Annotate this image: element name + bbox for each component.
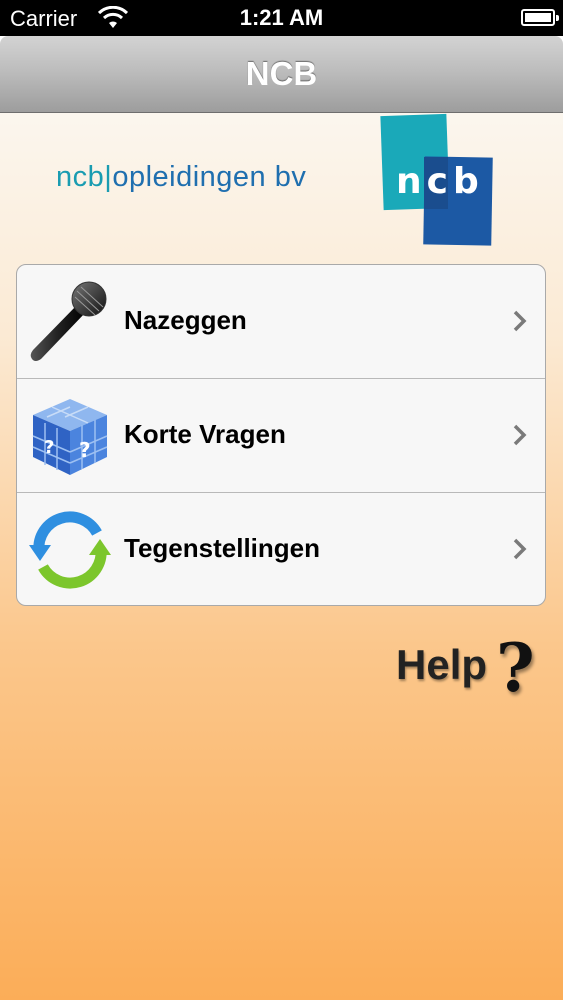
help-button[interactable]: Help ? (396, 629, 546, 707)
menu-item-label: Nazeggen (124, 305, 247, 335)
navigation-bar: NCB (0, 36, 563, 113)
menu-item-tegenstellingen[interactable]: Tegenstellingen (17, 493, 545, 605)
ncb-logo-mark: ncb (380, 113, 494, 247)
chevron-right-icon (513, 424, 527, 446)
help-label: Help (396, 641, 488, 688)
logo-opleidingen: opleidingen bv (112, 161, 307, 193)
main-content: ncb|opleidingen bv ncb Nazeggen ? ? Kort… (0, 113, 563, 1000)
menu-item-label: Tegenstellingen (124, 533, 320, 563)
microphone-icon (30, 281, 107, 361)
menu-item-korte-vragen[interactable]: ? ? Korte Vragen (17, 379, 545, 493)
company-logo-text: ncb|opleidingen bv (56, 161, 306, 194)
refresh-arrows-icon (29, 511, 111, 589)
battery-icon (521, 9, 559, 26)
nav-title: NCB (245, 55, 318, 92)
logo-ncb: ncb (56, 161, 105, 193)
help-question-icon: ? (496, 629, 535, 707)
menu-table: Nazeggen ? ? Korte Vragen Tegenstellinge… (16, 264, 546, 606)
chevron-right-icon (513, 310, 527, 332)
svg-text:?: ? (44, 437, 54, 458)
chevron-right-icon (513, 538, 527, 560)
status-bar: Carrier 1:21 AM (0, 0, 563, 36)
menu-item-label: Korte Vragen (124, 419, 286, 449)
logo-mark-letters: ncb (396, 161, 484, 202)
svg-text:?: ? (79, 438, 91, 462)
question-cube-icon: ? ? (32, 399, 108, 475)
menu-item-nazeggen[interactable]: Nazeggen (17, 265, 545, 379)
clock: 1:21 AM (239, 5, 324, 30)
